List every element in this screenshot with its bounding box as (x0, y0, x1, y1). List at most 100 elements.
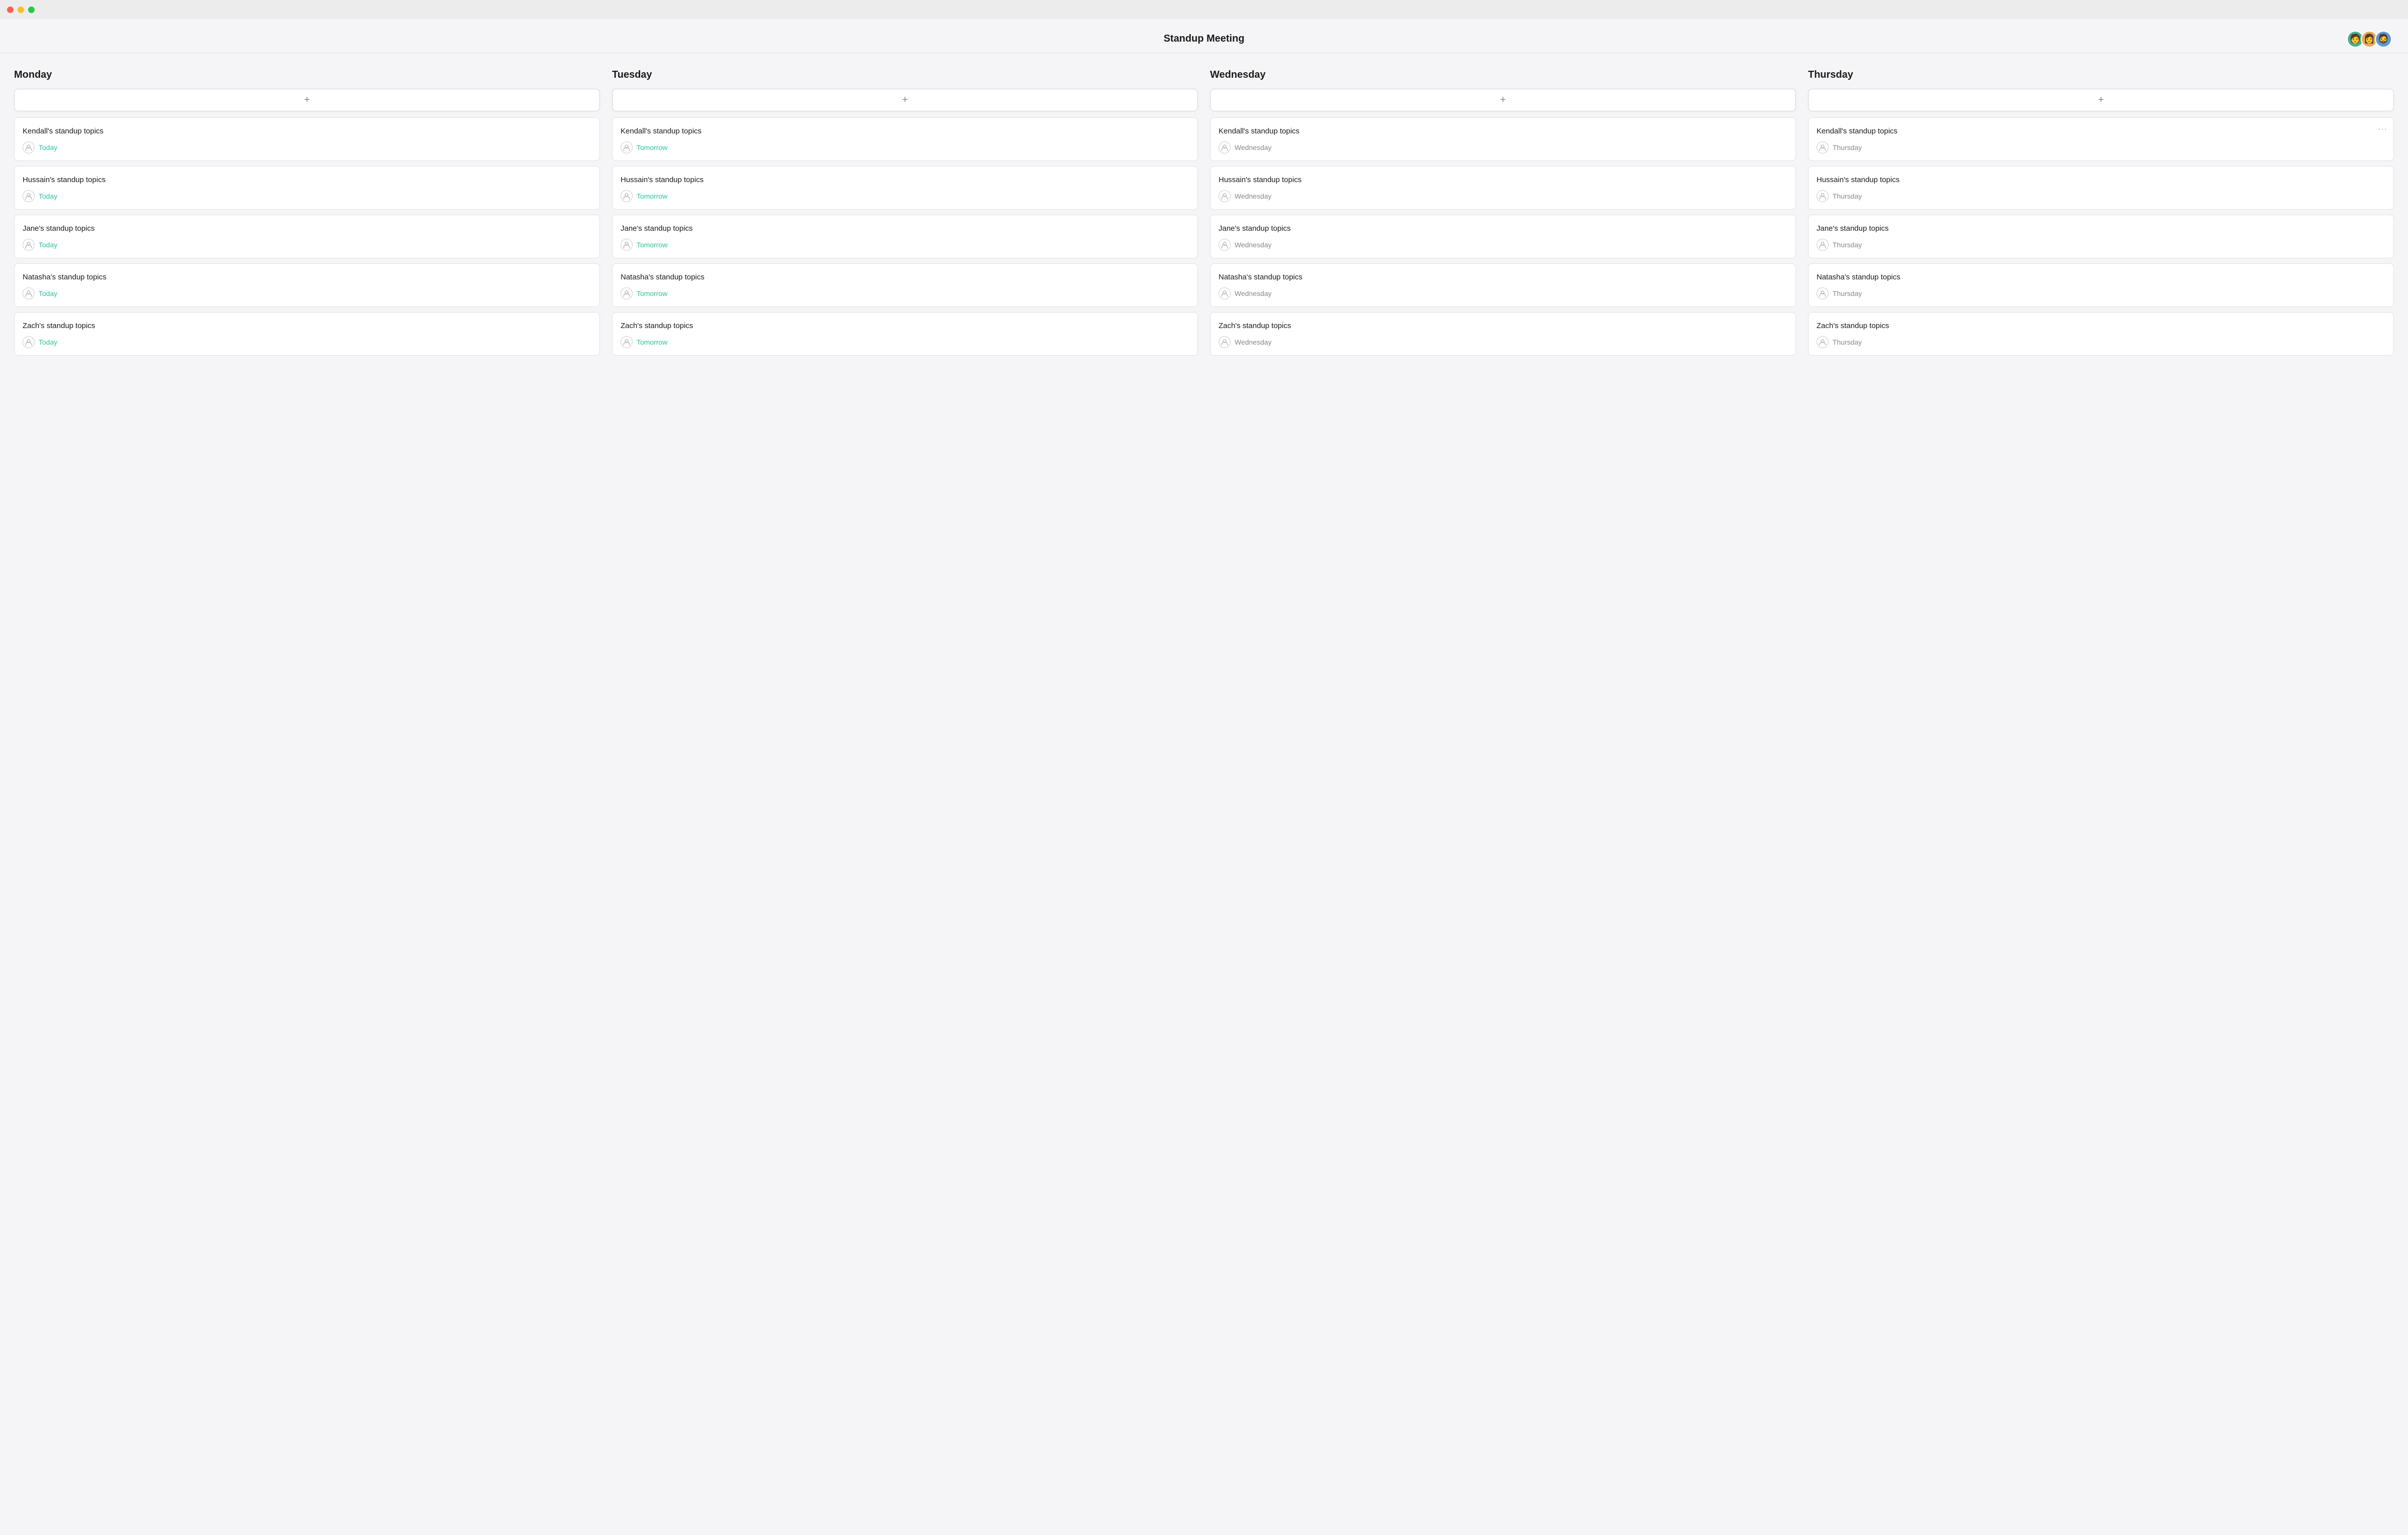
card-meta: Today (23, 287, 591, 299)
minimize-button[interactable] (18, 7, 24, 13)
card-meta: Wednesday (1219, 141, 1787, 154)
card-title: Jane's standup topics (23, 224, 591, 233)
card-kendall-monday[interactable]: Kendall's standup topics Today (14, 117, 600, 161)
card-kendall-wednesday[interactable]: Kendall's standup topics Wednesday (1210, 117, 1796, 161)
person-icon (23, 239, 35, 251)
person-icon (1817, 336, 1829, 348)
card-title: Kendall's standup topics (621, 127, 1189, 135)
card-title: Hussain's standup topics (1219, 176, 1787, 184)
add-card-monday[interactable]: + (14, 89, 600, 111)
card-date: Today (39, 192, 57, 200)
card-kendall-thursday[interactable]: Kendall's standup topics Thursday ··· (1808, 117, 2394, 161)
card-meta: Thursday (1817, 239, 2385, 251)
person-icon (23, 287, 35, 299)
column-header-monday: Monday (14, 69, 600, 81)
card-natasha-monday[interactable]: Natasha's standup topics Today (14, 263, 600, 307)
avatar-3[interactable]: 🧔 (2375, 31, 2392, 48)
card-title: Zach's standup topics (1817, 322, 2385, 330)
card-natasha-wednesday[interactable]: Natasha's standup topics Wednesday (1210, 263, 1796, 307)
card-hussain-thursday[interactable]: Hussain's standup topics Thursday (1808, 166, 2394, 210)
card-zach-thursday[interactable]: Zach's standup topics Thursday (1808, 312, 2394, 356)
card-hussain-monday[interactable]: Hussain's standup topics Today (14, 166, 600, 210)
column-monday: Monday + Kendall's standup topics Today (14, 69, 600, 361)
person-icon (1219, 190, 1231, 202)
card-date: Wednesday (1235, 338, 1272, 346)
card-zach-wednesday[interactable]: Zach's standup topics Wednesday (1210, 312, 1796, 356)
card-title: Natasha's standup topics (621, 273, 1189, 281)
card-date: Today (39, 241, 57, 249)
card-title: Hussain's standup topics (621, 176, 1189, 184)
card-jane-thursday[interactable]: Jane's standup topics Thursday (1808, 215, 2394, 258)
card-meta: Tomorrow (621, 239, 1189, 251)
card-date: Tomorrow (637, 289, 667, 297)
card-title: Zach's standup topics (1219, 322, 1787, 330)
card-kendall-tuesday[interactable]: Kendall's standup topics Tomorrow (612, 117, 1198, 161)
card-jane-tuesday[interactable]: Jane's standup topics Tomorrow (612, 215, 1198, 258)
card-hussain-wednesday[interactable]: Hussain's standup topics Wednesday (1210, 166, 1796, 210)
column-wednesday: Wednesday + Kendall's standup topics Wed… (1210, 69, 1796, 361)
column-tuesday: Tuesday + Kendall's standup topics Tomor… (612, 69, 1198, 361)
card-meta: Wednesday (1219, 336, 1787, 348)
column-header-tuesday: Tuesday (612, 69, 1198, 81)
card-meta: Tomorrow (621, 141, 1189, 154)
person-icon (621, 239, 633, 251)
card-jane-wednesday[interactable]: Jane's standup topics Wednesday (1210, 215, 1796, 258)
card-date: Thursday (1833, 289, 1862, 297)
card-meta: Thursday (1817, 336, 2385, 348)
card-meta: Tomorrow (621, 190, 1189, 202)
column-header-thursday: Thursday (1808, 69, 2394, 81)
card-natasha-tuesday[interactable]: Natasha's standup topics Tomorrow (612, 263, 1198, 307)
card-title: Jane's standup topics (621, 224, 1189, 233)
maximize-button[interactable] (28, 7, 35, 13)
person-icon (23, 190, 35, 202)
card-jane-monday[interactable]: Jane's standup topics Today (14, 215, 600, 258)
card-date: Thursday (1833, 192, 1862, 200)
card-date: Tomorrow (637, 241, 667, 249)
card-date: Thursday (1833, 241, 1862, 249)
card-meta: Thursday (1817, 287, 2385, 299)
card-title: Hussain's standup topics (1817, 176, 2385, 184)
card-meta: Wednesday (1219, 239, 1787, 251)
card-title: Natasha's standup topics (1219, 273, 1787, 281)
column-header-wednesday: Wednesday (1210, 69, 1796, 81)
card-meta: Tomorrow (621, 336, 1189, 348)
person-icon (1817, 141, 1829, 154)
card-zach-monday[interactable]: Zach's standup topics Today (14, 312, 600, 356)
card-date: Thursday (1833, 338, 1862, 346)
card-date: Tomorrow (637, 338, 667, 346)
card-meta: Wednesday (1219, 287, 1787, 299)
page-title: Standup Meeting (1163, 33, 1244, 45)
person-icon (1219, 239, 1231, 251)
app: Standup Meeting 🧑 👩 🧔 Monday + Kendall's… (0, 19, 2408, 1535)
header: Standup Meeting 🧑 👩 🧔 (0, 19, 2408, 53)
card-meta: Thursday (1817, 190, 2385, 202)
person-icon (1817, 239, 1829, 251)
card-title: Natasha's standup topics (1817, 273, 2385, 281)
person-icon (23, 336, 35, 348)
card-date: Today (39, 143, 57, 151)
card-title: Jane's standup topics (1817, 224, 2385, 233)
card-title: Natasha's standup topics (23, 273, 591, 281)
card-meta: Tomorrow (621, 287, 1189, 299)
card-menu-button[interactable]: ··· (2378, 125, 2387, 134)
columns-grid: Monday + Kendall's standup topics Today (14, 69, 2394, 361)
person-icon (621, 190, 633, 202)
card-zach-tuesday[interactable]: Zach's standup topics Tomorrow (612, 312, 1198, 356)
add-card-thursday[interactable]: + (1808, 89, 2394, 111)
person-icon (1219, 287, 1231, 299)
card-date: Tomorrow (637, 192, 667, 200)
card-hussain-tuesday[interactable]: Hussain's standup topics Tomorrow (612, 166, 1198, 210)
card-natasha-thursday[interactable]: Natasha's standup topics Thursday (1808, 263, 2394, 307)
add-card-tuesday[interactable]: + (612, 89, 1198, 111)
card-title: Zach's standup topics (23, 322, 591, 330)
card-title: Jane's standup topics (1219, 224, 1787, 233)
add-card-wednesday[interactable]: + (1210, 89, 1796, 111)
close-button[interactable] (7, 7, 14, 13)
card-meta: Thursday (1817, 141, 2385, 154)
card-title: Hussain's standup topics (23, 176, 591, 184)
card-meta: Today (23, 141, 591, 154)
card-date: Wednesday (1235, 143, 1272, 151)
card-meta: Wednesday (1219, 190, 1787, 202)
card-date: Wednesday (1235, 192, 1272, 200)
card-date: Tomorrow (637, 143, 667, 151)
